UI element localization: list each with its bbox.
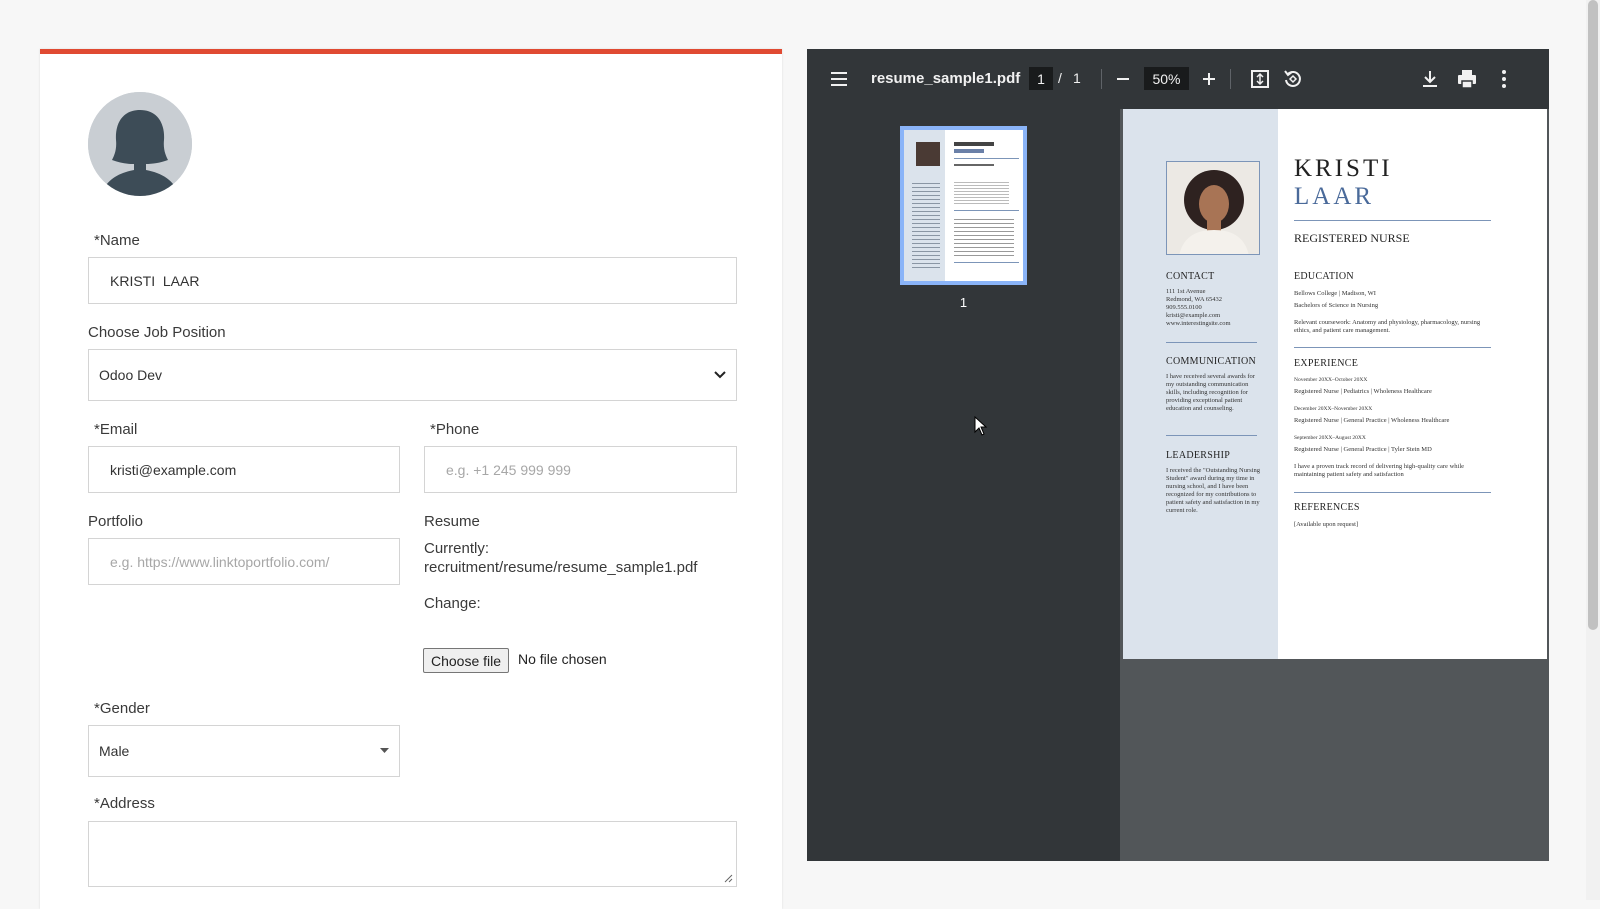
divider xyxy=(1294,347,1491,348)
job-role: Registered Nurse | Pediatrics | Wholenes… xyxy=(1294,388,1432,395)
contact-heading: CONTACT xyxy=(1166,271,1215,282)
caret-down-icon xyxy=(380,748,389,753)
job-position-value: Odoo Dev xyxy=(99,367,163,383)
portfolio-label: Portfolio xyxy=(88,513,144,530)
profile-photo xyxy=(1166,161,1260,255)
communication-text: I have received several awards for my ou… xyxy=(1166,373,1255,412)
experience-heading: EXPERIENCE xyxy=(1294,358,1359,369)
mouse-pointer-icon xyxy=(974,416,988,436)
portrait-image xyxy=(1167,162,1259,254)
resume-first-name: KRISTI xyxy=(1294,155,1393,182)
choose-file-button[interactable]: Choose file xyxy=(423,648,510,673)
leadership-heading: LEADERSHIP xyxy=(1166,450,1231,461)
job-dates: September 20XX–August 20XX xyxy=(1294,435,1366,441)
experience-summary: I have a proven track record of deliveri… xyxy=(1294,463,1465,478)
rotate-icon[interactable] xyxy=(1281,67,1305,91)
chevron-down-icon xyxy=(714,371,726,379)
divider xyxy=(1166,342,1257,343)
currently-label: Currently: xyxy=(424,540,490,557)
education-school: Bellows College | Madison, WI xyxy=(1294,290,1376,297)
current-resume-file: recruitment/resume/resume_sample1.pdf xyxy=(424,559,698,576)
application-form: *Name Choose Job Position Odoo Dev *Emai… xyxy=(40,49,782,909)
gender-select[interactable]: Male xyxy=(88,725,400,777)
education-coursework: Relevant coursework: Anatomy and physiol… xyxy=(1294,319,1481,334)
phone-label: *Phone xyxy=(430,421,480,438)
gender-label: *Gender xyxy=(94,700,150,717)
pdf-page: KRISTI LAAR REGISTERED NURSE CONTACT 111… xyxy=(1123,109,1547,659)
scrollbar-thumb[interactable] xyxy=(1588,0,1598,630)
name-label: *Name xyxy=(94,232,140,249)
thumbnail-page-number: 1 xyxy=(959,295,968,310)
page-number-input[interactable]: 1 xyxy=(1029,67,1053,90)
gender-value: Male xyxy=(99,743,130,759)
thumbnail-sidebar: 1 xyxy=(807,109,1120,861)
page-thumbnail[interactable] xyxy=(900,126,1027,285)
divider xyxy=(1294,492,1491,493)
email-input[interactable] xyxy=(88,446,400,493)
total-pages: 1 xyxy=(1073,70,1081,86)
email-label: *Email xyxy=(94,421,138,438)
zoom-out-icon[interactable] xyxy=(1111,67,1135,91)
phone-input[interactable] xyxy=(424,446,737,493)
leadership-text: I received the "Outstanding Nursing Stud… xyxy=(1166,467,1260,514)
job-position-label: Choose Job Position xyxy=(88,324,226,341)
name-input[interactable] xyxy=(88,257,737,304)
address-textarea[interactable] xyxy=(88,821,737,887)
fit-page-icon[interactable] xyxy=(1248,67,1272,91)
contact-line: 111 1st Avenue xyxy=(1166,288,1206,295)
pdf-toolbar: resume_sample1.pdf 1 / 1 50% xyxy=(807,49,1549,109)
page-separator: / xyxy=(1058,70,1062,86)
page-scrollbar[interactable] xyxy=(1586,0,1600,900)
divider xyxy=(1294,220,1491,221)
pdf-file-name: resume_sample1.pdf xyxy=(871,70,1021,87)
education-degree: Bachelors of Science in Nursing xyxy=(1294,302,1379,309)
zoom-in-icon[interactable] xyxy=(1197,67,1221,91)
person-silhouette-icon xyxy=(88,92,192,196)
toolbar-divider xyxy=(1230,69,1231,89)
download-icon[interactable] xyxy=(1418,67,1442,91)
divider xyxy=(1166,435,1257,436)
references-text: [Available upon request] xyxy=(1294,521,1359,528)
job-dates: November 20XX–October 20XX xyxy=(1294,377,1368,383)
resize-handle-icon[interactable] xyxy=(724,874,733,883)
contact-line: 909.555.0100 xyxy=(1166,304,1202,311)
print-icon[interactable] xyxy=(1455,67,1479,91)
contact-line: www.interestingsite.com xyxy=(1166,320,1231,327)
toolbar-divider xyxy=(1101,69,1102,89)
resume-label: Resume xyxy=(424,513,480,530)
job-role: Registered Nurse | General Practice | Wh… xyxy=(1294,417,1450,424)
more-icon[interactable] xyxy=(1492,67,1516,91)
contact-line: kristi@example.com xyxy=(1166,312,1221,319)
contact-line: Redmond, WA 65432 xyxy=(1166,296,1223,303)
address-label: *Address xyxy=(94,795,155,812)
education-heading: EDUCATION xyxy=(1294,271,1354,282)
references-heading: REFERENCES xyxy=(1294,502,1360,513)
zoom-level: 50% xyxy=(1152,70,1181,87)
current-page: 1 xyxy=(1037,70,1045,87)
zoom-input[interactable]: 50% xyxy=(1144,67,1189,90)
portfolio-input[interactable] xyxy=(88,538,400,585)
avatar[interactable] xyxy=(88,92,192,196)
no-file-chosen-text: No file chosen xyxy=(518,651,607,667)
menu-icon[interactable] xyxy=(827,67,851,91)
job-dates: December 20XX–November 20XX xyxy=(1294,406,1373,412)
pdf-viewer: resume_sample1.pdf 1 / 1 50% 1 KRISTI LA… xyxy=(807,49,1549,861)
resume-job-title: REGISTERED NURSE xyxy=(1294,231,1410,245)
resume-last-name: LAAR xyxy=(1294,183,1375,210)
job-position-select[interactable]: Odoo Dev xyxy=(88,349,737,401)
job-role: Registered Nurse | General Practice | Ty… xyxy=(1294,446,1432,453)
change-label: Change: xyxy=(424,595,481,612)
communication-heading: COMMUNICATION xyxy=(1166,356,1257,367)
